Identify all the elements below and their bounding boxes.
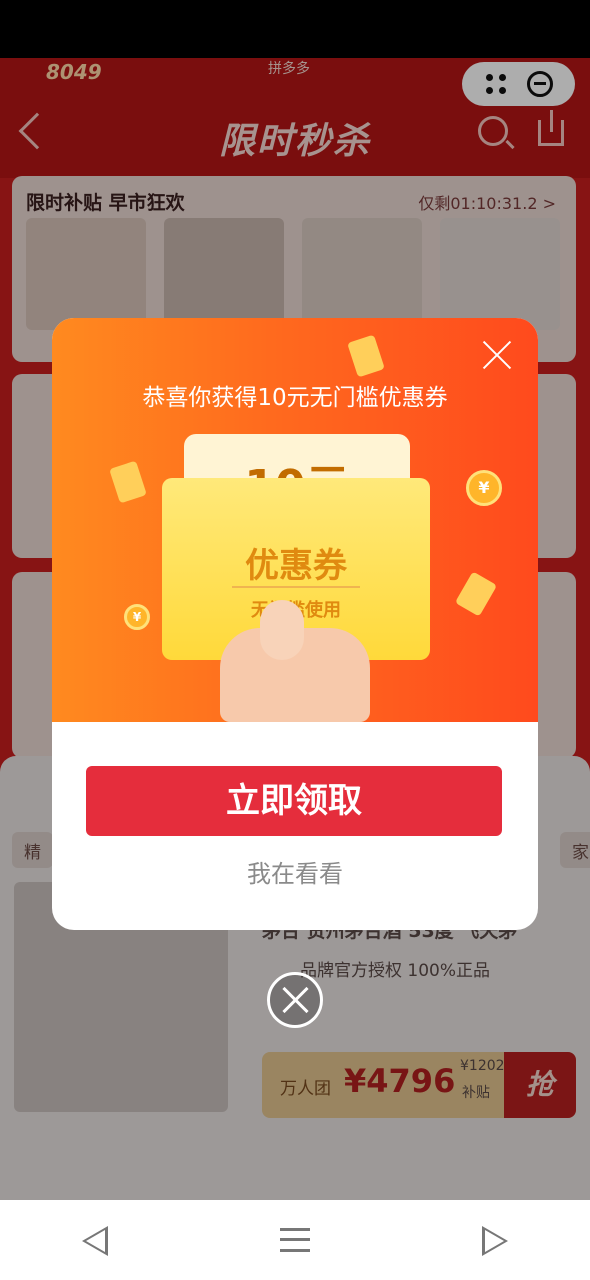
look-later-link[interactable]: 我在看看 xyxy=(52,854,538,889)
nav-menu-icon[interactable] xyxy=(280,1228,310,1252)
hand-icon xyxy=(220,600,370,722)
dismiss-modal-button[interactable] xyxy=(267,972,323,1028)
close-icon[interactable] xyxy=(482,340,512,370)
modal-heading: 恭喜你获得10元无门槛优惠券 xyxy=(142,385,448,411)
coupon-modal: 恭喜你获得10元无门槛优惠券 ¥ ¥ 10元 优惠券 无门槛使用 立即领取 我在… xyxy=(52,318,538,930)
coin-icon: ¥ xyxy=(466,470,502,506)
system-nav-bar xyxy=(0,1200,590,1280)
coin-icon: ¥ xyxy=(124,604,150,630)
modal-banner: 恭喜你获得10元无门槛优惠券 ¥ ¥ 10元 优惠券 无门槛使用 xyxy=(52,318,538,722)
status-bar xyxy=(0,0,590,58)
claim-now-button[interactable]: 立即领取 xyxy=(86,766,502,836)
nav-back-icon[interactable] xyxy=(82,1226,108,1256)
coupon-label: 优惠券 xyxy=(245,546,347,586)
red-packet-icon xyxy=(454,571,498,617)
nav-forward-icon[interactable] xyxy=(482,1226,508,1256)
coupon-divider xyxy=(232,586,360,588)
red-packet-icon xyxy=(347,334,385,378)
red-packet-icon xyxy=(109,460,147,504)
